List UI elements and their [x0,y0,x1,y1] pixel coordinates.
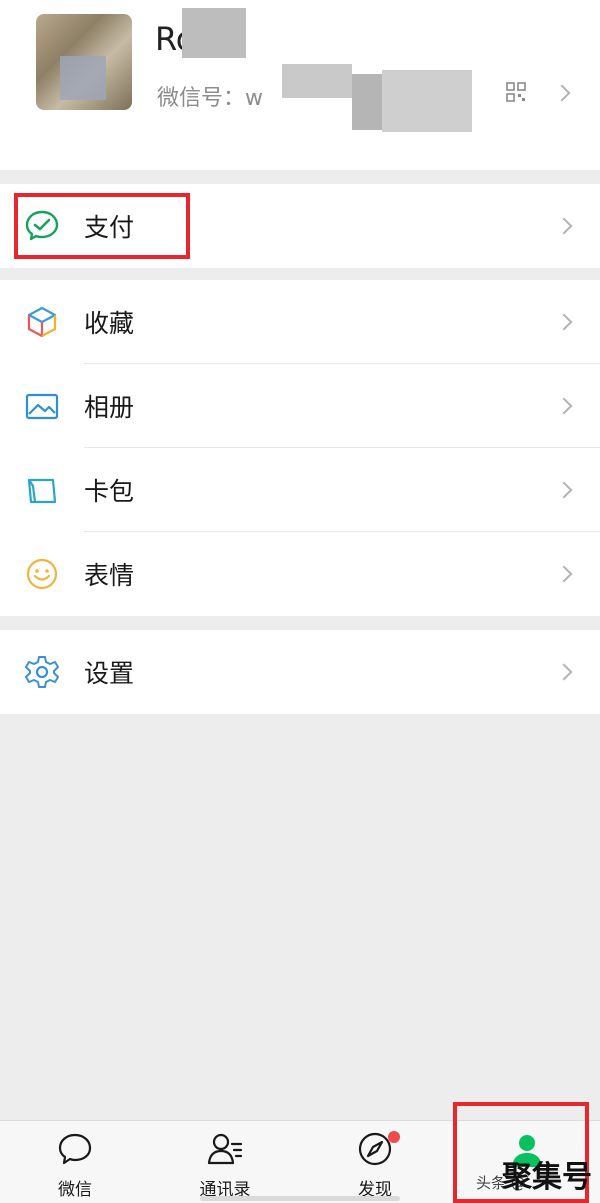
tab-discover[interactable]: 发现 [300,1121,450,1203]
name-redaction [182,8,246,58]
contacts-icon [207,1133,243,1165]
menu-item-label: 相册 [84,393,135,422]
chevron-right-icon [555,397,573,415]
chevron-right-icon [553,84,571,102]
profile-header[interactable]: Ro 微信号：w [0,0,600,170]
highlight-frame-pay [14,193,190,259]
menu-item-settings[interactable]: 设置 [0,630,600,714]
menu-item-label: 卡包 [84,477,135,506]
chevron-right-icon [555,481,573,499]
gear-icon [25,656,59,688]
menu-item-card-wallet[interactable]: 卡包 [0,448,600,532]
chat-bubble-icon [58,1133,92,1165]
menu-item-label: 设置 [84,659,135,688]
chevron-right-icon [555,217,573,235]
id-redaction [282,64,352,98]
avatar-blur-mask [60,56,106,100]
menu-item-label: 收藏 [84,309,135,338]
chevron-right-icon [555,313,573,331]
id-redaction [352,74,382,130]
menu-item-favorites[interactable]: 收藏 [0,280,600,364]
settings-group: 设置 [0,630,600,714]
menu-item-stickers[interactable]: 表情 [0,532,600,616]
menu-item-album[interactable]: 相册 [0,364,600,448]
card-wallet-icon [27,478,57,504]
avatar[interactable] [36,14,132,110]
wechat-id: 微信号：w [157,86,263,111]
sticker-smiley-icon [26,558,58,590]
chevron-right-icon [555,565,573,583]
tab-contacts[interactable]: 通讯录 [150,1121,300,1203]
home-indicator [200,1196,400,1201]
tab-chats[interactable]: 微信 [0,1121,150,1203]
main-group: 收藏 相册 卡包 表情 [0,280,600,616]
id-redaction [382,70,472,132]
album-icon [25,393,59,420]
notification-dot [388,1131,400,1143]
favorites-cube-icon [27,306,57,338]
menu-item-label: 表情 [84,561,135,590]
tab-label: 微信 [58,1180,92,1200]
qr-code-icon[interactable] [506,82,526,102]
watermark: 聚集号 [502,1160,592,1195]
chevron-right-icon [555,663,573,681]
